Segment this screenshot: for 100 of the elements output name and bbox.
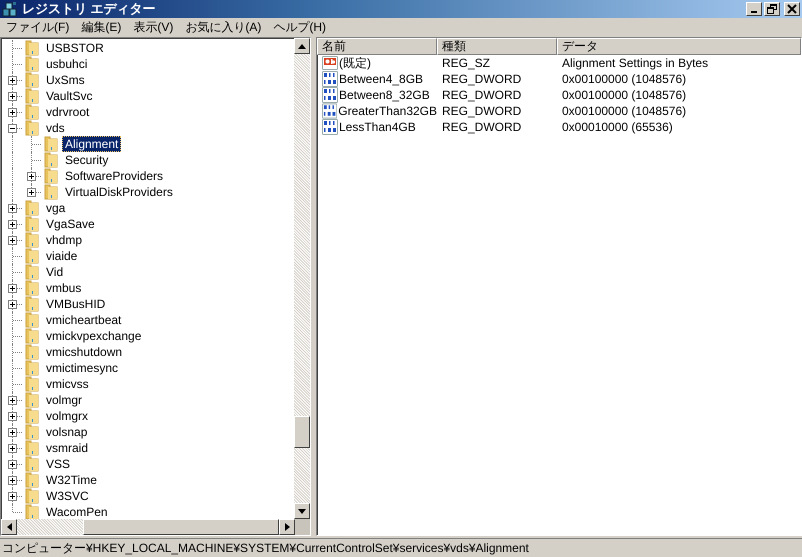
value-type: REG_DWORD [441, 88, 522, 102]
column-header[interactable]: データ [557, 38, 801, 55]
folder-icon [24, 456, 40, 472]
scroll-down-button[interactable] [294, 503, 310, 519]
expand-toggle[interactable] [8, 204, 17, 212]
plus-icon [9, 460, 16, 468]
tree-item[interactable]: volsnap [43, 424, 90, 440]
value-data: 0x00100000 (1048576) [561, 88, 688, 102]
value-data: 0x00100000 (1048576) [561, 104, 688, 118]
expand-toggle[interactable] [8, 220, 17, 228]
value-name[interactable]: (既定) [338, 54, 371, 72]
tree-item[interactable]: usbuhci [43, 56, 90, 72]
column-header[interactable]: 種類 [437, 38, 557, 55]
expand-toggle[interactable] [8, 476, 17, 484]
tree-item[interactable]: vmicshutdown [43, 344, 126, 360]
expand-toggle[interactable] [8, 76, 17, 84]
menu-item[interactable]: 表示(V) [127, 19, 180, 36]
tree-item[interactable]: volmgr [43, 392, 86, 408]
tree-item[interactable]: W32Time [43, 472, 100, 488]
plus-icon [28, 172, 35, 180]
column-header[interactable]: 名前 [317, 38, 437, 55]
tree-item[interactable]: volmgrx [43, 408, 92, 424]
menu-item[interactable]: ファイル(F) [0, 19, 76, 36]
tree-item[interactable]: VgaSave [43, 216, 98, 232]
expand-toggle[interactable] [27, 172, 36, 180]
tree-item[interactable]: VMBusHID [43, 296, 108, 312]
plus-icon [9, 236, 16, 244]
menu-item[interactable]: お気に入り(A) [179, 19, 268, 36]
scroll-thumb[interactable] [83, 519, 279, 535]
expand-toggle[interactable] [8, 460, 17, 468]
tree-item[interactable]: vmickvpexchange [43, 328, 144, 344]
minimize-button[interactable] [746, 2, 762, 16]
vertical-scrollbar[interactable] [294, 38, 310, 519]
value-type: REG_SZ [441, 56, 492, 70]
tree-item[interactable]: Security [62, 152, 112, 168]
tree-item[interactable]: vga [43, 200, 68, 216]
value-data: Alignment Settings in Bytes [561, 56, 710, 70]
tree-item[interactable]: vmictimesync [43, 360, 122, 376]
value-type: REG_DWORD [441, 72, 522, 86]
scroll-left-button[interactable] [1, 519, 17, 535]
plus-icon [28, 188, 35, 196]
plus-icon [9, 204, 16, 212]
folder-icon [24, 88, 40, 104]
plus-icon [9, 92, 16, 100]
value-data: 0x00010000 (65536) [561, 120, 674, 134]
tree-item[interactable]: VirtualDiskProviders [62, 184, 176, 200]
tree-item[interactable]: WacomPen [43, 504, 111, 519]
expand-toggle[interactable] [8, 444, 17, 452]
restore-button[interactable] [764, 2, 780, 16]
tree-item[interactable]: W3SVC [43, 488, 92, 504]
expand-toggle[interactable] [8, 492, 17, 500]
expand-toggle[interactable] [8, 236, 17, 244]
tree-item[interactable]: VaultSvc [43, 88, 96, 104]
value-name[interactable]: GreaterThan32GB [337, 104, 437, 118]
scroll-thumb[interactable] [294, 416, 310, 448]
expand-toggle[interactable] [8, 108, 17, 116]
tree-item[interactable]: USBSTOR [43, 40, 107, 56]
tree-item[interactable]: vmbus [43, 280, 84, 296]
tree-item[interactable]: UxSms [43, 72, 88, 88]
menu-item[interactable]: ヘルプ(H) [267, 19, 332, 36]
value-name[interactable]: Between8_32GB [338, 88, 430, 102]
expand-toggle[interactable] [8, 428, 17, 436]
tree-item[interactable]: VSS [43, 456, 74, 472]
tree-item[interactable]: vmicheartbeat [43, 312, 124, 328]
expand-toggle[interactable] [8, 396, 17, 404]
scroll-up-button[interactable] [294, 38, 310, 54]
folder-icon [24, 440, 40, 456]
folder-icon [24, 344, 40, 360]
folder-icon [24, 120, 40, 136]
tree-item[interactable]: vhdmp [43, 232, 86, 248]
value-name[interactable]: Between4_8GB [338, 72, 424, 86]
expand-toggle[interactable] [27, 188, 36, 196]
window-title: レジストリ エディター [22, 0, 157, 18]
tree-item[interactable]: vsmraid [43, 440, 92, 456]
tree-item[interactable]: viaide [43, 248, 80, 264]
folder-icon [24, 424, 40, 440]
value-type: REG_DWORD [441, 104, 522, 118]
expand-toggle[interactable] [8, 284, 17, 292]
expand-toggle[interactable] [8, 300, 17, 308]
tree-item[interactable]: vds [43, 120, 68, 136]
expand-toggle[interactable] [8, 92, 17, 100]
status-bar: コンピューター¥HKEY_LOCAL_MACHINE¥SYSTEM¥CurrentControlSet¥services¥vds¥Alignment [0, 538, 802, 557]
close-button[interactable] [784, 2, 800, 16]
menu-item[interactable]: 編集(E) [75, 19, 128, 36]
expand-toggle[interactable] [8, 412, 17, 420]
value-name[interactable]: LessThan4GB [338, 120, 416, 134]
tree-item[interactable]: Alignment [62, 136, 122, 152]
scroll-right-button[interactable] [279, 519, 295, 535]
tree-item[interactable]: vdrvroot [43, 104, 92, 120]
scrollbar-corner [295, 519, 310, 535]
registry-cubes-icon [2, 1, 18, 17]
folder-icon [24, 264, 40, 280]
tree-item[interactable]: vmicvss [43, 376, 92, 392]
folder-icon [24, 488, 40, 504]
collapse-toggle[interactable] [8, 124, 17, 132]
tree-item[interactable]: Vid [43, 264, 66, 280]
horizontal-scrollbar[interactable] [1, 519, 310, 535]
tree-item[interactable]: SoftwareProviders [62, 168, 166, 184]
left-arrow-icon [6, 523, 12, 531]
folder-icon [24, 408, 40, 424]
